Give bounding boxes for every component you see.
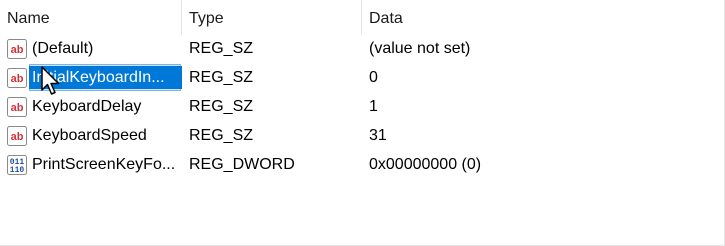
column-header: Name Type Data — [0, 0, 725, 35]
list-item[interactable]: ab (Default) REG_SZ (value not set) — [0, 34, 725, 63]
value-data: 0 — [369, 69, 378, 86]
value-data: 0x00000000 (0) — [369, 156, 482, 173]
svg-text:ab: ab — [11, 73, 24, 85]
string-value-icon: ab — [7, 39, 27, 59]
string-value-icon: ab — [7, 126, 27, 146]
value-data: 31 — [369, 127, 387, 144]
value-data: 1 — [369, 98, 378, 115]
svg-text:ab: ab — [11, 131, 24, 143]
list-item[interactable]: 011 110 PrintScreenKeyFo... REG_DWORD 0x… — [0, 150, 725, 179]
svg-text:ab: ab — [11, 102, 24, 114]
value-name: (Default) — [32, 40, 94, 57]
value-type: REG_DWORD — [189, 156, 295, 173]
column-header-name[interactable]: Name — [7, 0, 50, 35]
value-type: REG_SZ — [189, 98, 254, 115]
binary-value-icon: 011 110 — [7, 155, 27, 175]
list-item[interactable]: ab KeyboardDelay REG_SZ 1 — [0, 92, 725, 121]
column-header-type[interactable]: Type — [189, 0, 224, 35]
value-type: REG_SZ — [189, 69, 254, 86]
string-value-icon: ab — [7, 97, 27, 117]
values-list: Name Type Data ab (Default) REG_SZ (valu… — [0, 0, 725, 246]
string-value-icon: ab — [7, 68, 27, 88]
value-name: KeyboardSpeed — [32, 127, 147, 144]
column-divider[interactable] — [361, 0, 362, 35]
value-type: REG_SZ — [189, 127, 254, 144]
svg-text:110: 110 — [10, 166, 25, 175]
column-header-data[interactable]: Data — [369, 0, 403, 35]
list-item-selected[interactable]: ab InitialKeyboardIn... REG_SZ 0 — [0, 63, 725, 92]
value-data: (value not set) — [369, 40, 471, 57]
column-divider[interactable] — [181, 0, 182, 35]
value-name: PrintScreenKeyFo... — [32, 156, 176, 173]
mouse-pointer-icon — [41, 66, 60, 95]
value-type: REG_SZ — [189, 40, 254, 57]
list-item[interactable]: ab KeyboardSpeed REG_SZ 31 — [0, 121, 725, 150]
svg-text:ab: ab — [11, 44, 24, 56]
